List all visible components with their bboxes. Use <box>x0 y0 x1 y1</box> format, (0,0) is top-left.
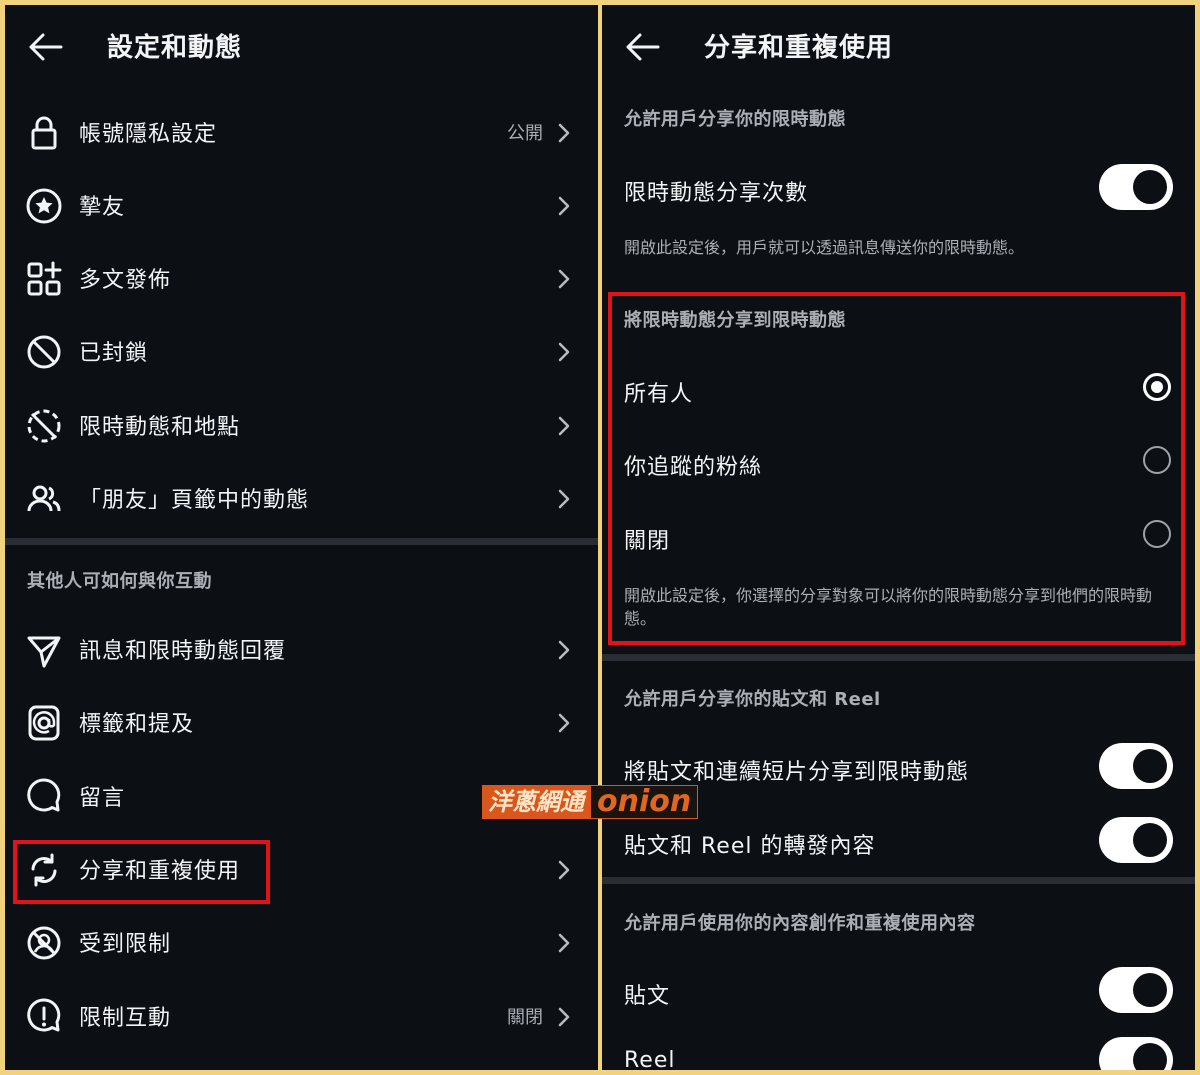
highlight-box <box>13 840 270 904</box>
menu-item-label: 留言 <box>79 786 126 811</box>
chevron-right-icon <box>552 858 576 882</box>
setting-label: Reel <box>624 1048 676 1070</box>
toggle-knob <box>1133 823 1167 857</box>
chevron-right-icon <box>552 711 576 735</box>
section-title: 允許用戶分享你的限時動態 <box>624 109 846 130</box>
menu-item-label: 摯友 <box>79 195 126 220</box>
star-circle-icon <box>24 186 64 226</box>
chevron-right-icon <box>552 1005 576 1029</box>
chevron-right-icon <box>552 931 576 955</box>
lock-icon <box>24 113 64 153</box>
restricted-icon <box>24 923 64 963</box>
toggle-knob <box>1133 973 1167 1007</box>
menu-item-label: 標籤和提及 <box>79 712 195 737</box>
menu-item-label: 限時動態和地點 <box>79 415 241 440</box>
section-title: 允許用戶分享你的貼文和 Reel <box>624 689 881 710</box>
toggle-knob <box>1133 170 1167 204</box>
setting-label: 將貼文和連續短片分享到限時動態 <box>624 760 970 785</box>
menu-item-account-privacy[interactable]: 帳號隱私設定 公開 <box>5 100 598 166</box>
back-arrow-icon <box>29 33 63 61</box>
story-share-count-toggle[interactable] <box>1099 164 1173 210</box>
chevron-right-icon <box>552 121 576 145</box>
menu-item-value: 公開 <box>507 123 543 144</box>
back-button[interactable] <box>25 29 65 65</box>
back-button[interactable] <box>622 29 662 65</box>
setting-label: 貼文 <box>624 984 671 1009</box>
toggle-knob <box>1133 749 1167 783</box>
back-arrow-icon <box>626 33 660 61</box>
chevron-right-icon <box>552 194 576 218</box>
blocked-icon <box>24 332 64 372</box>
reel-reuse-toggle[interactable] <box>1099 1037 1173 1070</box>
chevron-right-icon <box>552 487 576 511</box>
section-divider <box>5 538 598 545</box>
setting-label: 貼文和 Reel 的轉發內容 <box>624 834 876 859</box>
reel-remix-toggle[interactable] <box>1099 817 1173 863</box>
people-icon <box>24 479 64 519</box>
menu-item-label: 多文發佈 <box>79 268 172 293</box>
menu-item-label: 限制互動 <box>79 1006 172 1031</box>
menu-item-label: 「朋友」頁籤中的動態 <box>79 488 310 513</box>
comment-icon <box>24 777 64 817</box>
at-sign-icon <box>24 703 64 743</box>
header: 設定和動態 <box>5 5 598 85</box>
menu-item-blocked[interactable]: 已封鎖 <box>5 319 598 385</box>
section-title: 允許用戶使用你的內容創作和重複使用內容 <box>624 913 976 934</box>
setting-note: 開啟此設定後，用戶就可以透過訊息傳送你的限時動態。 <box>624 238 1025 257</box>
section-divider <box>602 654 1195 661</box>
posts-reuse-toggle[interactable] <box>1099 967 1173 1013</box>
settings-panel: 設定和動態 帳號隱私設定 公開 摯友 多文發佈 已封鎖 限時動態和地點 「朋友」… <box>5 5 598 1070</box>
menu-item-crossposting[interactable]: 多文發佈 <box>5 246 598 312</box>
menu-item-value: 關閉 <box>507 1007 543 1028</box>
page-title: 設定和動態 <box>107 33 243 63</box>
menu-item-close-friends[interactable]: 摯友 <box>5 173 598 239</box>
section-divider <box>602 877 1195 884</box>
story-off-icon <box>24 406 64 446</box>
watermark-logo: 洋蔥網通 onion <box>482 785 699 819</box>
chevron-right-icon <box>552 340 576 364</box>
chevron-right-icon <box>552 414 576 438</box>
messenger-icon <box>24 630 64 670</box>
menu-item-label: 受到限制 <box>79 932 172 957</box>
posts-reels-to-story-toggle[interactable] <box>1099 743 1173 789</box>
menu-item-restricted[interactable]: 受到限制 <box>5 910 598 976</box>
alert-circle-icon <box>24 997 64 1037</box>
menu-item-label: 訊息和限時動態回覆 <box>79 639 287 664</box>
menu-item-limit-interactions[interactable]: 限制互動 關閉 <box>5 984 598 1050</box>
grid-plus-icon <box>24 259 64 299</box>
menu-item-story-location[interactable]: 限時動態和地點 <box>5 393 598 459</box>
chevron-right-icon <box>552 638 576 662</box>
toggle-knob <box>1133 1043 1167 1070</box>
setting-label: 限時動態分享次數 <box>624 181 809 206</box>
menu-item-label: 帳號隱私設定 <box>79 122 218 147</box>
menu-item-friends-tab[interactable]: 「朋友」頁籤中的動態 <box>5 466 598 532</box>
menu-item-messages-replies[interactable]: 訊息和限時動態回覆 <box>5 617 598 683</box>
chevron-right-icon <box>552 267 576 291</box>
watermark-text-cn: 洋蔥網通 <box>482 785 590 819</box>
watermark-text-en: onion <box>590 785 699 819</box>
menu-item-label: 已封鎖 <box>79 341 149 366</box>
highlight-box <box>608 292 1185 645</box>
section-title: 其他人可如何與你互動 <box>27 571 212 592</box>
sharing-reuse-panel: 分享和重複使用 允許用戶分享你的限時動態 限時動態分享次數 開啟此設定後，用戶就… <box>602 5 1195 1070</box>
header: 分享和重複使用 <box>602 5 1195 85</box>
page-title: 分享和重複使用 <box>704 33 894 63</box>
menu-item-tags-mentions[interactable]: 標籤和提及 <box>5 690 598 756</box>
